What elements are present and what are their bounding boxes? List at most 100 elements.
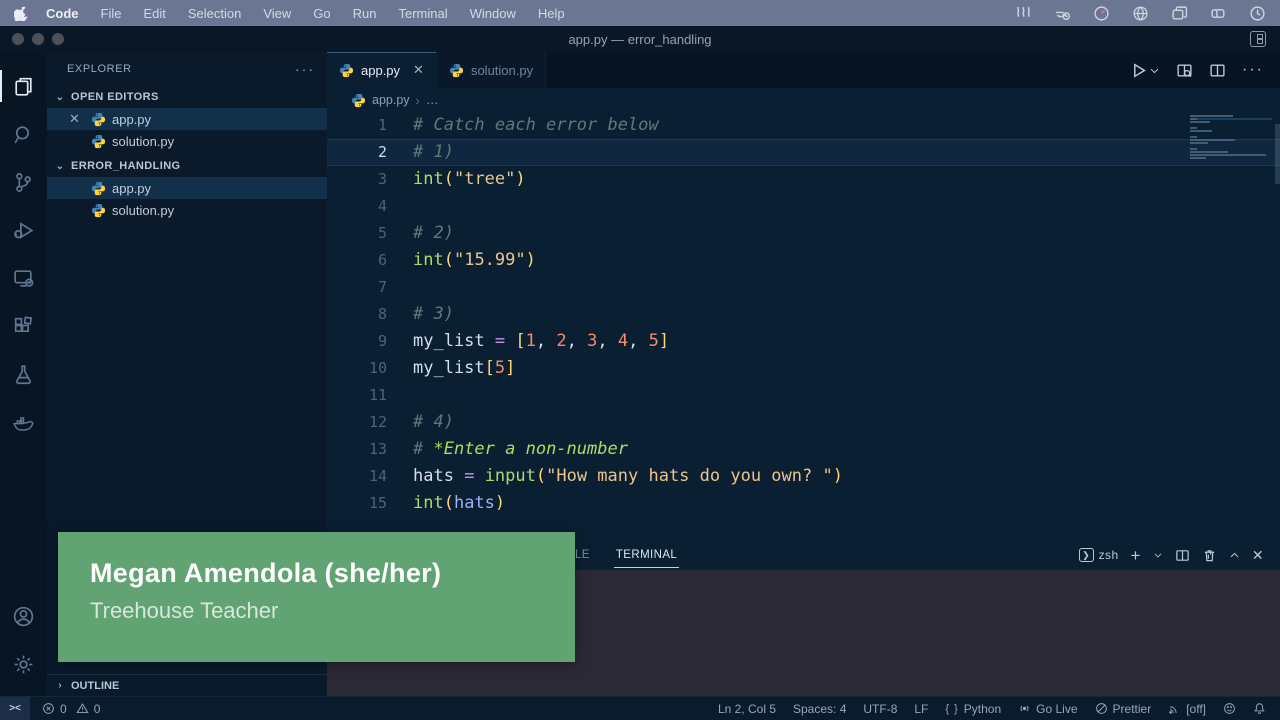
sidebar-item-run-debug[interactable] (0, 206, 47, 254)
close-icon[interactable]: ✕ (69, 111, 80, 127)
editor-tab-app.py[interactable]: app.py✕ (327, 52, 437, 88)
explorer-file-app.py[interactable]: app.py (47, 177, 327, 199)
code-line-6[interactable]: 6int("15.99") (327, 247, 1280, 274)
open-changes-icon[interactable] (1176, 62, 1193, 79)
menu-item-help[interactable]: Help (538, 6, 565, 21)
activity-bar (0, 52, 47, 696)
folder-section-header[interactable]: ⌄ ERROR_HANDLING (47, 155, 327, 177)
warning-count: 0 (94, 702, 101, 716)
status-item-bell[interactable] (1253, 702, 1266, 715)
macos-menu-bar: Code File Edit Selection View Go Run Terminal Wi… (0, 0, 1280, 26)
maximize-panel-icon[interactable] (1229, 550, 1240, 561)
error-icon (42, 702, 55, 715)
editor-scrollbar[interactable] (1275, 124, 1280, 184)
code-editor[interactable]: 1# Catch each error below2# 1)3int("tree… (327, 112, 1280, 540)
code-line-11[interactable]: 11 (327, 382, 1280, 409)
code-line-1[interactable]: 1# Catch each error below (327, 112, 1280, 139)
editor-tab-solution.py[interactable]: solution.py (437, 52, 546, 88)
sidebar-title: EXPLORER (67, 63, 132, 75)
remote-indicator[interactable]: >< (0, 697, 30, 720)
menu-item-go[interactable]: Go (313, 6, 330, 21)
presenter-card: Megan Amendola (she/her) Treehouse Teach… (58, 532, 575, 662)
code-line-3[interactable]: 3int("tree") (327, 166, 1280, 193)
menu-item-terminal[interactable]: Terminal (399, 6, 448, 21)
status-item-spaces-4[interactable]: Spaces: 4 (793, 702, 846, 716)
chevron-down-icon[interactable] (1153, 550, 1163, 560)
menu-item-edit[interactable]: Edit (143, 6, 165, 21)
code-line-10[interactable]: 10my_list[5] (327, 355, 1280, 382)
menu-item-file[interactable]: File (101, 6, 122, 21)
code-line-5[interactable]: 5# 2) (327, 220, 1280, 247)
panel-tab-terminal[interactable]: TERMINAL (614, 542, 679, 568)
status-item-prettier[interactable]: Prettier (1095, 702, 1152, 716)
customize-layout-icon[interactable] (1250, 31, 1266, 47)
line-number: 12 (327, 409, 389, 436)
more-actions-icon[interactable]: ··· (1242, 61, 1264, 79)
sidebar-item-explorer[interactable] (0, 62, 47, 110)
chevron-down-icon: ⌄ (53, 161, 67, 172)
split-terminal-icon[interactable] (1175, 548, 1190, 563)
settings-gear-icon[interactable] (0, 640, 47, 688)
traffic-lights[interactable] (12, 33, 64, 45)
code-line-9[interactable]: 9my_list = [1, 2, 3, 4, 5] (327, 328, 1280, 355)
status-item-python[interactable]: { }Python (945, 702, 1001, 716)
status-item-ln-2-col-5[interactable]: Ln 2, Col 5 (718, 702, 776, 716)
sidebar-item-remote-explorer[interactable] (0, 254, 47, 302)
minimap[interactable] (1190, 115, 1272, 160)
sidebar-item-source-control[interactable] (0, 158, 47, 206)
open-editor-file-solution.py[interactable]: solution.py (47, 130, 327, 152)
sidebar-item-extensions[interactable] (0, 302, 47, 350)
open-editors-section-header[interactable]: ⌄ OPEN EDITORS (47, 86, 327, 108)
close-window-button[interactable] (12, 33, 24, 45)
menu-item-view[interactable]: View (263, 6, 291, 21)
new-terminal-button[interactable]: + (1131, 547, 1141, 564)
menu-item-run[interactable]: Run (353, 6, 377, 21)
code-line-7[interactable]: 7 (327, 274, 1280, 301)
clock-icon (1249, 5, 1266, 22)
python-file-icon (449, 63, 464, 78)
explorer-more-actions-icon[interactable]: ··· (295, 61, 315, 77)
close-tab-icon[interactable]: ✕ (413, 62, 424, 78)
breadcrumb-file[interactable]: app.py (372, 93, 410, 107)
menu-item-window[interactable]: Window (470, 6, 516, 21)
panel-tab-partial[interactable]: LE (575, 549, 590, 561)
terminal-shell-selector[interactable]: ❯ zsh (1079, 548, 1119, 562)
status-item--off-[interactable]: [off] (1168, 702, 1206, 716)
menu-item-code[interactable]: Code (46, 6, 79, 21)
code-line-14[interactable]: 14hats = input("How many hats do you own… (327, 463, 1280, 490)
docker-clock-icon (1054, 5, 1071, 22)
run-python-file-button[interactable] (1130, 62, 1160, 79)
apple-logo-icon[interactable] (14, 5, 30, 21)
status-item-lf[interactable]: LF (914, 702, 928, 716)
status-bar: >< 0 0 Ln 2, Col 5 Spaces: 4 UTF-8 LF { }Pyt… (0, 696, 1280, 720)
zoom-window-button[interactable] (52, 33, 64, 45)
code-line-13[interactable]: 13# *Enter a non-number (327, 436, 1280, 463)
explorer-file-solution.py[interactable]: solution.py (47, 199, 327, 221)
minimize-window-button[interactable] (32, 33, 44, 45)
code-line-12[interactable]: 12# 4) (327, 409, 1280, 436)
sidebar-item-testing[interactable] (0, 350, 47, 398)
window-title-bar[interactable]: app.py — error_handling (0, 26, 1280, 52)
outline-section-header[interactable]: › OUTLINE (47, 674, 327, 696)
sidebar-item-docker[interactable] (0, 398, 47, 446)
problems-indicator[interactable]: 0 0 (42, 702, 100, 716)
kill-terminal-icon[interactable] (1202, 548, 1217, 563)
warning-icon (76, 702, 89, 715)
status-item-smiley[interactable] (1223, 702, 1236, 715)
code-line-8[interactable]: 8# 3) (327, 301, 1280, 328)
close-panel-icon[interactable]: ✕ (1252, 547, 1264, 564)
code-line-4[interactable]: 4 (327, 193, 1280, 220)
breadcrumb-symbol[interactable]: … (426, 93, 439, 107)
code-line-2[interactable]: 2# 1) (327, 139, 1280, 166)
breadcrumb[interactable]: app.py › … (327, 88, 1280, 112)
circle-slash-icon (1095, 702, 1108, 715)
status-item-utf-8[interactable]: UTF-8 (863, 702, 897, 716)
status-item-go-live[interactable]: Go Live (1018, 702, 1077, 716)
sidebar-item-accounts[interactable] (0, 592, 47, 640)
sidebar-item-search[interactable] (0, 110, 47, 158)
split-editor-icon[interactable] (1209, 62, 1226, 79)
line-number: 11 (327, 382, 389, 409)
open-editor-file-app.py[interactable]: ✕app.py (47, 108, 327, 130)
code-line-15[interactable]: 15int(hats) (327, 490, 1280, 517)
menu-item-selection[interactable]: Selection (188, 6, 241, 21)
